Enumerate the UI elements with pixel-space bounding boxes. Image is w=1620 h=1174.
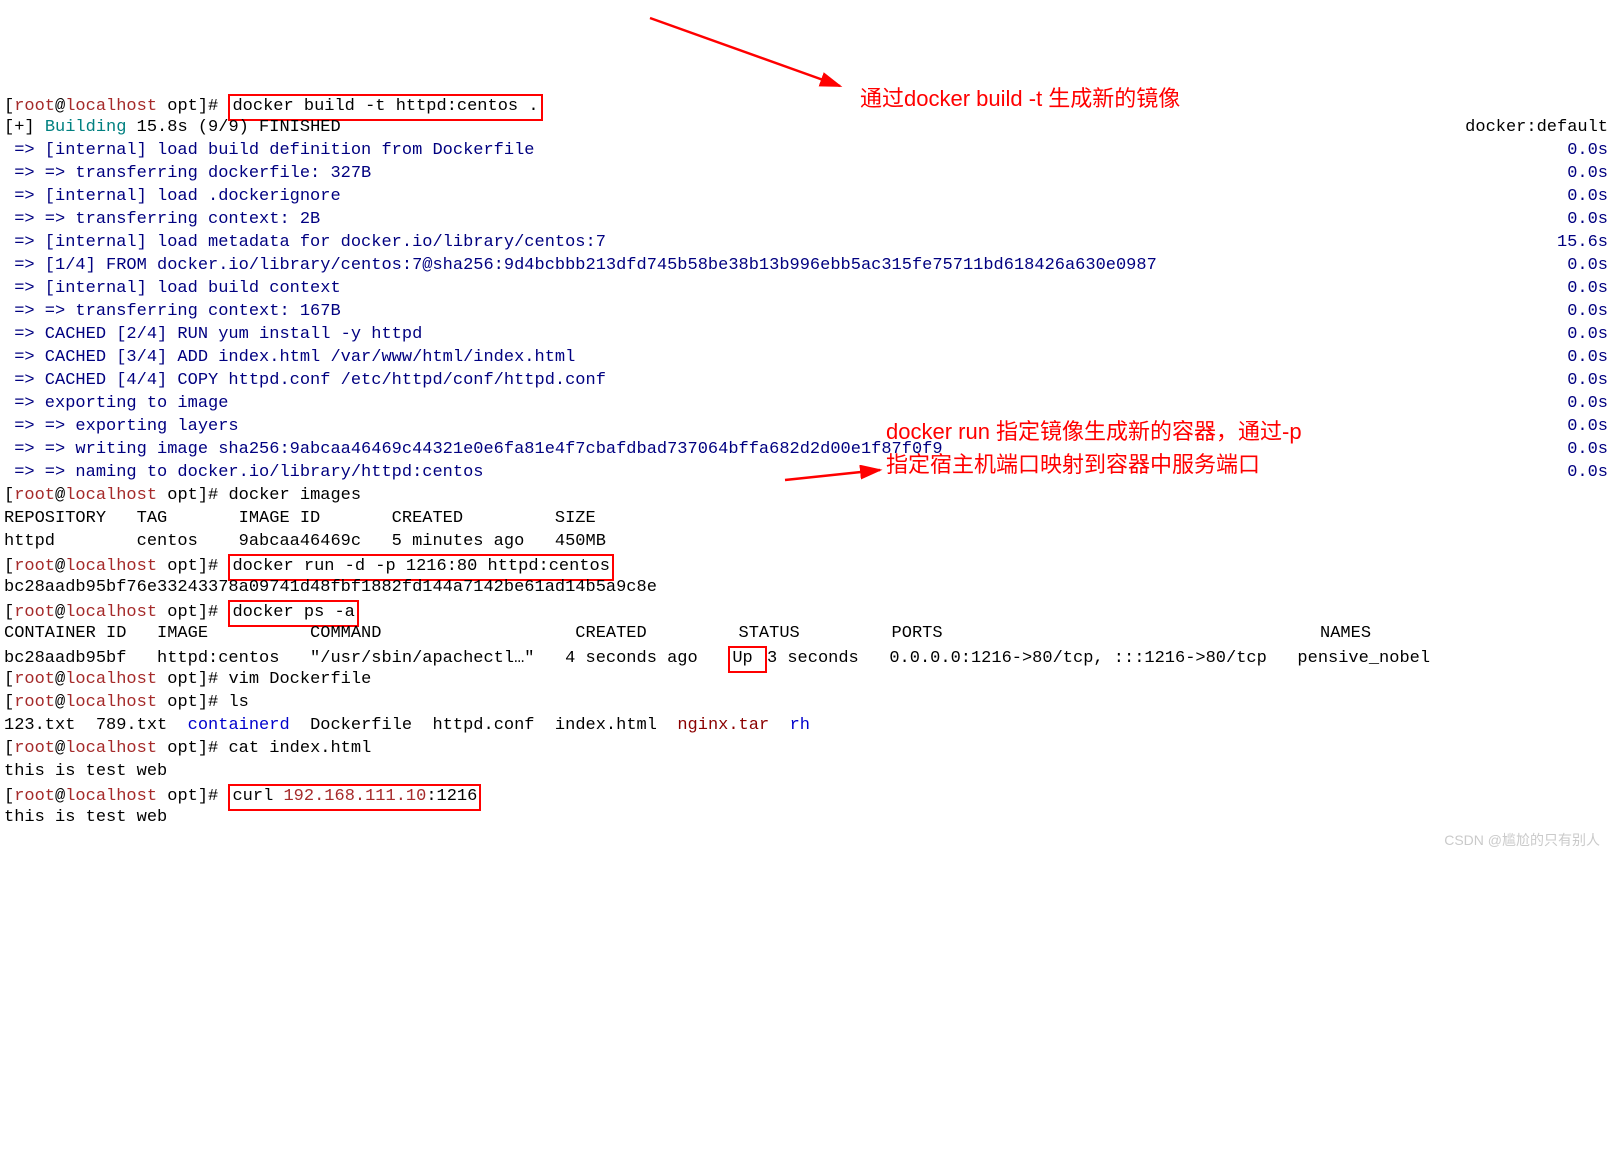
terminal-line: [root@localhost opt]# docker images: [4, 485, 1616, 508]
terminal-line: [root@localhost opt]# cat index.html: [4, 738, 1616, 761]
curl-output: this is test web: [4, 807, 1616, 830]
cmd-vim: vim Dockerfile: [228, 670, 371, 689]
cmd-cat: cat index.html: [228, 739, 371, 758]
ls-output: 123.txt 789.txt containerd Dockerfile ht…: [4, 715, 1616, 738]
run-output: bc28aadb95bf76e33243378a09741d48fbf1882f…: [4, 577, 1616, 600]
cmd-ls: ls: [228, 693, 248, 712]
build-step: => => transferring dockerfile: 327B0.0s: [4, 163, 1616, 186]
prompt: [root@localhost opt]#: [4, 739, 228, 758]
prompt: [root@localhost opt]#: [4, 557, 228, 576]
annotation-build: 通过docker build -t 生成新的镜像: [860, 82, 1180, 115]
build-step: => => transferring context: 2B0.0s: [4, 209, 1616, 232]
terminal-line: [root@localhost opt]# docker run -d -p 1…: [4, 554, 1616, 577]
build-step: => [internal] load .dockerignore0.0s: [4, 186, 1616, 209]
arrow-icon: [640, 8, 860, 98]
build-step: => [internal] load build context0.0s: [4, 278, 1616, 301]
prompt: [root@localhost opt]#: [4, 670, 228, 689]
terminal-line: [root@localhost opt]# docker ps -a: [4, 600, 1616, 623]
prompt: [root@localhost opt]#: [4, 693, 228, 712]
prompt: [root@localhost opt]#: [4, 486, 228, 505]
watermark: CSDN @尴尬的只有别人: [1444, 831, 1600, 850]
ps-row: bc28aadb95bf httpd:centos "/usr/sbin/apa…: [4, 646, 1616, 669]
terminal-line: [root@localhost opt]# curl 192.168.111.1…: [4, 784, 1616, 807]
images-row: httpd centos 9abcaa46469c 5 minutes ago …: [4, 531, 1616, 554]
ps-header: CONTAINER ID IMAGE COMMAND CREATED STATU…: [4, 623, 1616, 646]
build-step: => => exporting layers0.0s: [4, 416, 1616, 439]
build-step: => CACHED [3/4] ADD index.html /var/www/…: [4, 347, 1616, 370]
build-step: => => transferring context: 167B0.0s: [4, 301, 1616, 324]
terminal-line: [root@localhost opt]# docker build -t ht…: [4, 94, 1616, 117]
build-step: => [1/4] FROM docker.io/library/centos:7…: [4, 255, 1616, 278]
cat-output: this is test web: [4, 761, 1616, 784]
prompt: [root@localhost opt]#: [4, 787, 228, 806]
build-step: => CACHED [2/4] RUN yum install -y httpd…: [4, 324, 1616, 347]
terminal-line: [root@localhost opt]# vim Dockerfile: [4, 669, 1616, 692]
terminal-line: [root@localhost opt]# ls: [4, 692, 1616, 715]
build-step: => => naming to docker.io/library/httpd:…: [4, 462, 1616, 485]
build-step: => CACHED [4/4] COPY httpd.conf /etc/htt…: [4, 370, 1616, 393]
annotation-run: docker run 指定镜像生成新的容器，通过-p指定宿主机端口映射到容器中服…: [886, 415, 1306, 481]
build-header: [+] Building 15.8s (9/9) FINISHEDdocker:…: [4, 117, 1616, 140]
images-header: REPOSITORY TAG IMAGE ID CREATED SIZE: [4, 508, 1616, 531]
build-step: => [internal] load build definition from…: [4, 140, 1616, 163]
build-step: => => writing image sha256:9abcaa46469c4…: [4, 439, 1616, 462]
cmd-docker-images: docker images: [228, 486, 361, 505]
prompt: [root@localhost opt]#: [4, 97, 228, 116]
prompt: [root@localhost opt]#: [4, 603, 228, 622]
build-step: => exporting to image0.0s: [4, 393, 1616, 416]
build-step: => [internal] load metadata for docker.i…: [4, 232, 1616, 255]
